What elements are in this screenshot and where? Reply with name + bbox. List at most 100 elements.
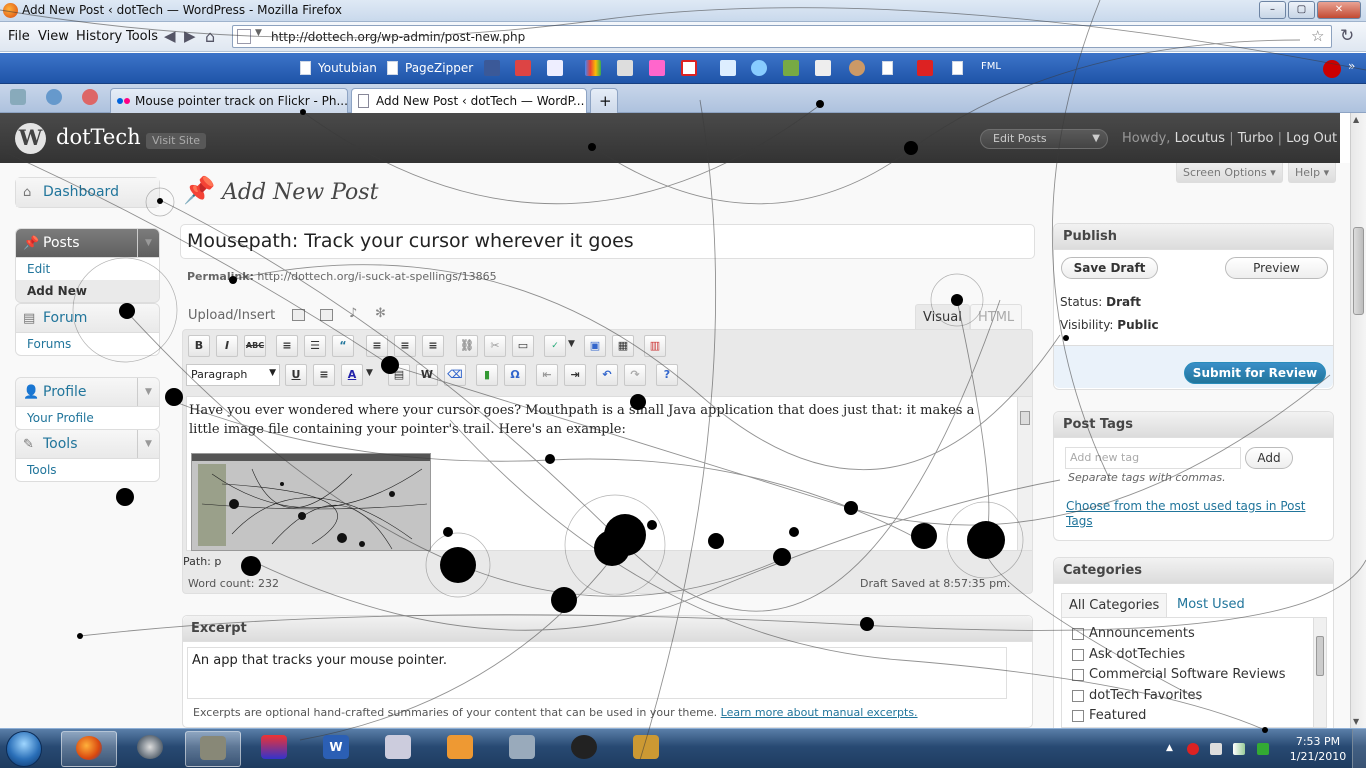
editor-scrollbar[interactable] bbox=[1017, 397, 1032, 550]
reload-icon[interactable]: ↻ bbox=[1340, 26, 1354, 46]
most-used-tags-link[interactable]: Choose from the most used tags in Post T… bbox=[1066, 499, 1316, 529]
more-tag-button[interactable]: ▭ bbox=[512, 335, 534, 357]
bookmark-icon[interactable] bbox=[751, 60, 767, 76]
checkbox[interactable] bbox=[1072, 668, 1084, 681]
taskbar-app[interactable] bbox=[433, 731, 489, 767]
tray-expand-icon[interactable]: ▲ bbox=[1166, 743, 1178, 755]
spellcheck-button[interactable]: ✓ bbox=[544, 335, 566, 357]
category-item[interactable]: Featured bbox=[1072, 708, 1146, 723]
menu-tools-head[interactable]: ✎ Tools ▼ bbox=[16, 430, 159, 459]
post-tags-heading[interactable]: Post Tags bbox=[1054, 412, 1333, 438]
gmail-icon[interactable] bbox=[515, 60, 531, 76]
submenu-forums[interactable]: Forums bbox=[16, 333, 159, 355]
category-item[interactable]: Announcements bbox=[1072, 626, 1195, 641]
blockquote-button[interactable]: “ bbox=[332, 335, 354, 357]
scroll-down-icon[interactable]: ▼ bbox=[1353, 717, 1359, 726]
add-image-icon[interactable] bbox=[292, 309, 305, 321]
bold-button[interactable]: B bbox=[188, 335, 210, 357]
page-scrollbar[interactable]: ▲ ▼ bbox=[1350, 113, 1366, 728]
app-tab-icon[interactable] bbox=[10, 89, 26, 105]
bookmark-pagezipper[interactable]: PageZipper bbox=[405, 61, 473, 75]
fullscreen-button[interactable]: ▣ bbox=[584, 335, 606, 357]
menu-dashboard-head[interactable]: ⌂ Dashboard bbox=[16, 178, 159, 207]
editor-scrollbar-thumb[interactable] bbox=[1020, 411, 1030, 425]
menu-file[interactable]: File bbox=[8, 29, 30, 44]
italic-button[interactable]: I bbox=[216, 335, 238, 357]
add-audio-icon[interactable]: ♪ bbox=[349, 306, 357, 321]
start-button[interactable] bbox=[6, 731, 42, 767]
home-icon[interactable]: ⌂ bbox=[205, 27, 215, 46]
indent-button[interactable]: ⇥ bbox=[564, 364, 586, 386]
window-title-bar[interactable]: Add New Post ‹ dotTech — WordPress - Moz… bbox=[0, 0, 1366, 22]
post-body-text[interactable]: Have you ever wondered where your cursor… bbox=[189, 401, 1004, 439]
underline-button[interactable]: U bbox=[285, 364, 307, 386]
submenu-your-profile[interactable]: Your Profile bbox=[16, 407, 159, 429]
checkbox[interactable] bbox=[1072, 709, 1084, 722]
outdent-button[interactable]: ⇤ bbox=[536, 364, 558, 386]
youtube-icon[interactable] bbox=[917, 60, 933, 76]
editor-content-area[interactable]: Have you ever wondered where your cursor… bbox=[186, 396, 1032, 551]
chevron-down-icon[interactable]: ▼ bbox=[137, 430, 159, 458]
category-scrollbar-thumb[interactable] bbox=[1316, 636, 1324, 676]
insert-media-button[interactable]: ▮ bbox=[476, 364, 498, 386]
taskbar-app[interactable] bbox=[619, 731, 675, 767]
logout-link[interactable]: Log Out bbox=[1286, 131, 1337, 146]
chevron-down-icon[interactable]: ▼ bbox=[568, 339, 575, 349]
taskbar-app[interactable] bbox=[247, 731, 303, 767]
post-title-input[interactable]: Mousepath: Track your cursor wherever it… bbox=[187, 230, 1027, 252]
star-icon[interactable]: ☆ bbox=[1311, 27, 1324, 45]
help-icon[interactable]: ? bbox=[656, 364, 678, 386]
taskbar-gimp[interactable] bbox=[185, 731, 241, 767]
add-tag-button[interactable]: Add bbox=[1245, 447, 1293, 469]
bookmark-icon[interactable] bbox=[720, 60, 736, 76]
excerpt-textarea[interactable]: An app that tracks your mouse pointer. bbox=[187, 647, 1007, 699]
publish-heading[interactable]: Publish bbox=[1054, 224, 1333, 250]
taskbar-app[interactable] bbox=[371, 731, 427, 767]
special-char-button[interactable]: Ω bbox=[504, 364, 526, 386]
screen-options-button[interactable]: Screen Options ▾ bbox=[1176, 163, 1283, 183]
new-tab-button[interactable]: + bbox=[590, 88, 618, 113]
tab-all-categories[interactable]: All Categories bbox=[1061, 593, 1168, 618]
paste-text-button[interactable]: ▤ bbox=[388, 364, 410, 386]
category-item[interactable]: Ask dotTechies bbox=[1072, 647, 1185, 662]
unlink-button[interactable]: ✂ bbox=[484, 335, 506, 357]
user-link[interactable]: Locutus bbox=[1175, 131, 1225, 146]
submenu-edit[interactable]: Edit bbox=[16, 258, 159, 280]
tab-html[interactable]: HTML bbox=[970, 304, 1023, 329]
bullet-list-button[interactable]: ≡ bbox=[276, 335, 298, 357]
taskbar-firefox[interactable] bbox=[61, 731, 117, 767]
overflow-chevron-icon[interactable]: » bbox=[1348, 59, 1355, 73]
categories-heading[interactable]: Categories bbox=[1054, 558, 1333, 584]
turbo-link[interactable]: Turbo bbox=[1238, 131, 1274, 146]
category-item[interactable]: Commercial Software Reviews bbox=[1072, 667, 1285, 682]
menu-dashboard[interactable]: ⌂ Dashboard bbox=[15, 177, 160, 208]
tray-icon[interactable] bbox=[1210, 743, 1222, 755]
new-tag-input[interactable]: Add new tag bbox=[1065, 447, 1241, 469]
align-left-button[interactable]: ≡ bbox=[366, 335, 388, 357]
scrollbar-thumb[interactable] bbox=[1353, 227, 1364, 315]
scroll-up-icon[interactable]: ▲ bbox=[1353, 115, 1359, 124]
bookmark-icon[interactable] bbox=[681, 60, 697, 76]
visit-site-button[interactable]: Visit Site bbox=[146, 133, 207, 149]
taskbar-clock[interactable]: 7:53 PM 1/21/2010 bbox=[1288, 734, 1348, 764]
back-arrow-icon[interactable]: ◀ bbox=[164, 27, 176, 45]
post-title-wrapper[interactable]: Mousepath: Track your cursor wherever it… bbox=[180, 224, 1035, 259]
excerpt-help-link[interactable]: Learn more about manual excerpts. bbox=[721, 706, 918, 719]
numbered-list-button[interactable]: ☰ bbox=[304, 335, 326, 357]
text-color-button[interactable]: A bbox=[341, 364, 363, 386]
submit-for-review-button[interactable]: Submit for Review bbox=[1184, 362, 1326, 384]
category-scrollbar[interactable] bbox=[1313, 618, 1326, 727]
chevron-down-icon[interactable]: ▼ bbox=[137, 229, 159, 257]
menu-posts-head[interactable]: 📌 Posts ▼ bbox=[16, 229, 159, 258]
submenu-add-new[interactable]: Add New bbox=[16, 280, 159, 302]
url-bar[interactable]: ▼ http://dottech.org/wp-admin/post-new.p… bbox=[232, 25, 1332, 48]
chevron-down-icon[interactable]: ▼ bbox=[137, 378, 159, 406]
tab-visual[interactable]: Visual bbox=[915, 304, 970, 329]
help-button[interactable]: Help ▾ bbox=[1288, 163, 1337, 183]
embedded-mousepath-image[interactable] bbox=[191, 453, 431, 551]
bookmark-page-icon[interactable] bbox=[882, 61, 893, 75]
remove-format-button[interactable]: ⌫ bbox=[444, 364, 466, 386]
undo-button[interactable]: ↶ bbox=[596, 364, 618, 386]
excerpt-heading[interactable]: Excerpt bbox=[183, 616, 1032, 642]
bookmark-fml[interactable]: FML bbox=[981, 61, 1001, 72]
